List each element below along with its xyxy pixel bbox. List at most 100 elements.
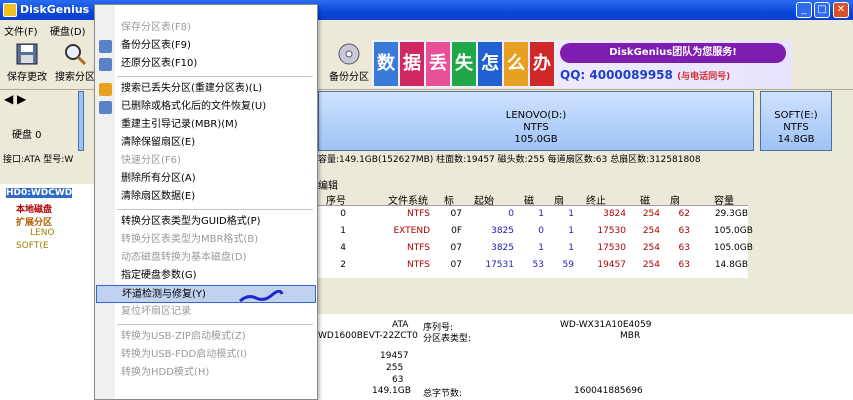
banner-tile: 怎 bbox=[478, 42, 502, 86]
table-cell: 1 bbox=[538, 209, 544, 219]
partition-name: SOFT(E:) bbox=[774, 110, 818, 121]
table-cell: 19457 bbox=[597, 260, 626, 270]
menu-item[interactable]: 清除扇区数据(E) bbox=[96, 188, 316, 206]
col-header[interactable]: 起始 bbox=[474, 192, 494, 207]
menu-item[interactable]: 转换为USB-FDD启动模式(I) bbox=[96, 346, 316, 364]
detail-total-bytes-label: 总字节数: bbox=[423, 389, 463, 399]
table-cell: 0 bbox=[508, 209, 514, 219]
menu-item[interactable]: 转换为USB-ZIP启动模式(Z) bbox=[96, 328, 316, 346]
banner-tile: 数 bbox=[374, 42, 398, 86]
table-cell: 17531 bbox=[485, 260, 514, 270]
table-cell: 254 bbox=[642, 243, 660, 253]
file-recovery-icon bbox=[99, 101, 112, 114]
search-partition-button[interactable]: 搜索分区 bbox=[52, 40, 98, 88]
disk-details: ATA WD1600BEVT-22ZCT0 序列号: WD-WX31A10E40… bbox=[318, 314, 853, 400]
col-header[interactable]: 扇 bbox=[670, 192, 680, 207]
maximize-button[interactable]: □ bbox=[814, 2, 830, 18]
tree-item-local[interactable]: 本地磁盘 bbox=[16, 202, 52, 215]
table-cell: 4 bbox=[340, 243, 346, 253]
menu-item[interactable]: 复位坏扇区记录 bbox=[96, 303, 316, 321]
detail-capacity: 149.1GB bbox=[372, 386, 411, 396]
menu-item[interactable]: 动态磁盘转换为基本磁盘(D) bbox=[96, 249, 316, 267]
table-cell: 53 bbox=[532, 260, 544, 270]
detail-serial: WD-WX31A10E4059 bbox=[560, 320, 652, 330]
backup-disc-icon bbox=[338, 43, 360, 65]
menu-separator bbox=[117, 324, 313, 325]
detail-interface: ATA bbox=[392, 320, 409, 330]
menu-item[interactable]: 已删除或格式化后的文件恢复(U) bbox=[96, 98, 316, 116]
table-cell: 254 bbox=[642, 209, 660, 219]
menu-item-label: 转换为HDD模式(H) bbox=[121, 367, 210, 378]
col-header[interactable]: 容量 bbox=[714, 192, 734, 207]
backup-table-icon bbox=[99, 40, 112, 53]
nav-arrow-icon[interactable]: ◀ ▶ bbox=[4, 92, 26, 106]
col-header[interactable]: 磁 bbox=[524, 192, 534, 207]
menu-item[interactable]: 保存分区表(F8) bbox=[96, 19, 316, 37]
table-row[interactable]: 2 NTFS 07 17531 53 59 19457 254 63 14.8GB bbox=[318, 258, 748, 275]
partition-block-edge[interactable] bbox=[78, 91, 84, 151]
banner-tile: 么 bbox=[504, 42, 528, 86]
table-cell: 1 bbox=[568, 209, 574, 219]
col-header[interactable]: 标 bbox=[444, 192, 454, 207]
table-cell: NTFS bbox=[407, 260, 430, 270]
table-cell: 3825 bbox=[491, 226, 514, 236]
menu-item[interactable]: 搜索已丢失分区(重建分区表)(L) bbox=[96, 80, 316, 98]
detail-spt: 63 bbox=[392, 375, 404, 385]
detail-heads: 255 bbox=[386, 363, 404, 373]
table-cell: EXTEND bbox=[393, 226, 430, 236]
table-cell: 2 bbox=[340, 260, 346, 270]
menu-file[interactable]: 文件(F) bbox=[4, 23, 38, 38]
menu-item[interactable]: 快速分区(F6) bbox=[96, 152, 316, 170]
table-cell: 105.0GB bbox=[714, 243, 753, 253]
backup-partition-button[interactable]: 备份分区 bbox=[326, 40, 372, 88]
search-lost-icon bbox=[99, 83, 112, 96]
menu-item[interactable]: 还原分区表(F10) bbox=[96, 55, 316, 73]
menu-separator bbox=[117, 209, 313, 210]
save-disk-icon bbox=[16, 43, 38, 65]
menu-item-label: 重建主引导记录(MBR)(M) bbox=[121, 119, 238, 130]
tree-item-disk[interactable]: HD0:WDCWD bbox=[6, 188, 73, 198]
menu-item[interactable]: 转换为HDD模式(H) bbox=[96, 364, 316, 382]
menu-item[interactable]: 指定硬盘参数(G) bbox=[96, 267, 316, 285]
promo-banner[interactable]: 数 据 丢 失 怎 么 办 DiskGenius团队为您服务! QQ: 4000… bbox=[372, 40, 792, 88]
tree-item-extended[interactable]: 扩展分区 bbox=[16, 215, 52, 228]
menu-item[interactable]: 重建主引导记录(MBR)(M) bbox=[96, 116, 316, 134]
menu-item[interactable]: 删除所有分区(A) bbox=[96, 170, 316, 188]
table-row[interactable]: 4 NTFS 07 3825 1 1 17530 254 63 105.0GB bbox=[318, 241, 753, 258]
table-cell: 1 bbox=[568, 243, 574, 253]
save-changes-button[interactable]: 保存更改 bbox=[4, 40, 50, 88]
disk-interface-model: 接口:ATA 型号:W bbox=[3, 155, 74, 165]
banner-tile: 失 bbox=[452, 42, 476, 86]
table-cell: 63 bbox=[678, 260, 690, 270]
menu-item-label: 复位坏扇区记录 bbox=[121, 306, 191, 317]
tree-item-soft[interactable]: SOFT(E bbox=[16, 241, 49, 251]
minimize-button[interactable]: _ bbox=[796, 2, 812, 18]
menu-item[interactable]: 转换分区表类型为GUID格式(P) bbox=[96, 213, 316, 231]
partition-block-soft[interactable]: SOFT(E:) NTFS 14.8GB bbox=[760, 91, 832, 151]
table-cell: 07 bbox=[450, 209, 462, 219]
col-header[interactable]: 文件系统 bbox=[388, 192, 428, 207]
col-header[interactable]: 扇 bbox=[554, 192, 564, 207]
menu-item[interactable]: 转换分区表类型为MBR格式(B) bbox=[96, 231, 316, 249]
partition-block-lenovo[interactable]: LENOVO(D:) NTFS 105.0GB bbox=[318, 91, 754, 151]
menu-item-label: 已删除或格式化后的文件恢复(U) bbox=[121, 101, 267, 112]
table-row[interactable]: 0 NTFS 07 0 1 1 3824 254 62 29.3GB bbox=[318, 207, 748, 224]
menu-separator bbox=[117, 76, 313, 77]
tree-item-lenovo[interactable]: LENO bbox=[30, 228, 55, 238]
close-button[interactable]: ✕ bbox=[833, 2, 849, 18]
table-row[interactable]: 1 EXTEND 0F 3825 0 1 17530 254 63 105.0GB bbox=[318, 224, 753, 241]
col-header[interactable]: 序号 bbox=[326, 192, 346, 207]
disk-label: 硬盘 0 bbox=[12, 130, 42, 141]
table-cell: 63 bbox=[678, 226, 690, 236]
col-header[interactable]: 磁 bbox=[640, 192, 650, 207]
table-cell: 17530 bbox=[597, 226, 626, 236]
col-header[interactable]: 终止 bbox=[586, 192, 606, 207]
partition-fs: NTFS bbox=[523, 122, 549, 133]
menu-item-label: 还原分区表(F10) bbox=[121, 58, 198, 69]
menu-disk[interactable]: 硬盘(D) bbox=[50, 23, 86, 38]
menu-item[interactable]: 清除保留扇区(E) bbox=[96, 134, 316, 152]
menu-item[interactable]: 备份分区表(F9) bbox=[96, 37, 316, 55]
table-cell: 63 bbox=[678, 243, 690, 253]
table-cell: NTFS bbox=[407, 243, 430, 253]
magnifier-icon bbox=[65, 44, 87, 66]
